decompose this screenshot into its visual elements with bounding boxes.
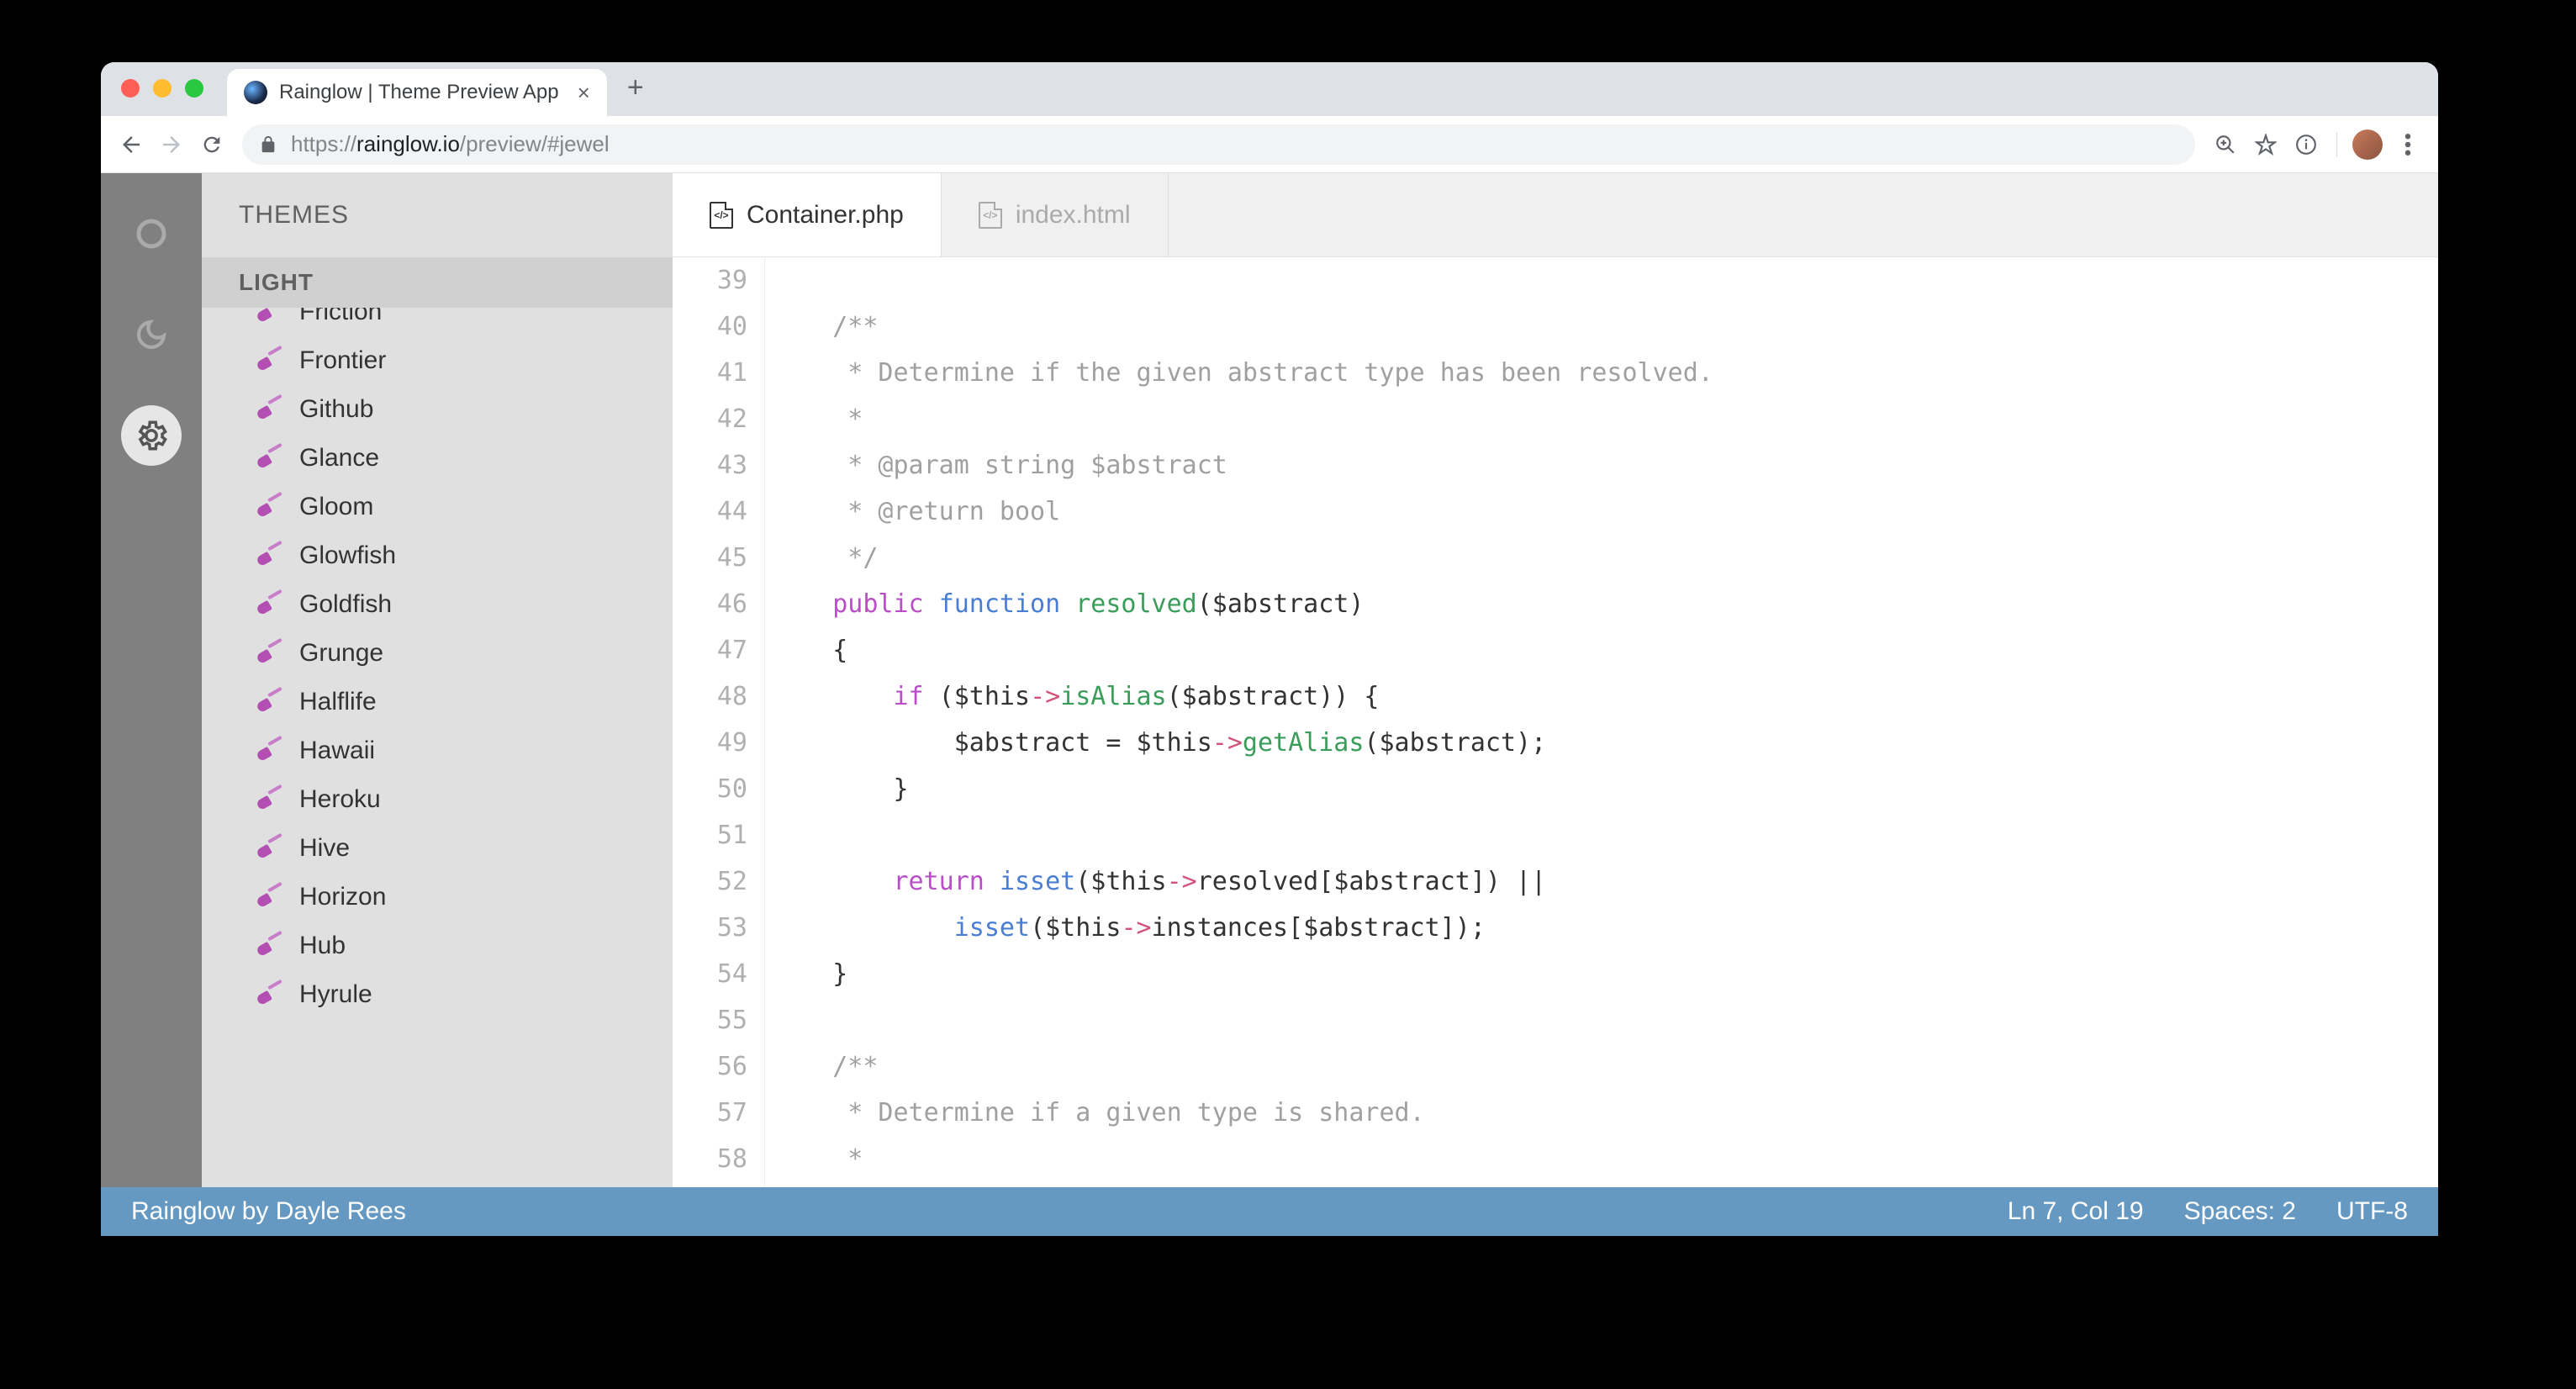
theme-item-hyrule[interactable]: Hyrule	[202, 970, 673, 1019]
info-icon[interactable]	[2289, 128, 2323, 161]
theme-label: Heroku	[299, 785, 381, 814]
editor: Container.php index.html 3940414243444546…	[673, 173, 2438, 1187]
favicon-icon	[244, 81, 267, 104]
status-position[interactable]: Ln 7, Col 19	[2008, 1197, 2144, 1226]
brush-icon	[256, 494, 282, 520]
bookmark-icon[interactable]	[2249, 128, 2283, 161]
theme-item-goldfish[interactable]: Goldfish	[202, 580, 673, 629]
theme-item-hawaii[interactable]: Hawaii	[202, 726, 673, 775]
theme-label: Friction	[299, 308, 382, 326]
tab-filename: index.html	[1016, 201, 1131, 230]
theme-label: Frontier	[299, 346, 386, 375]
browser-tab[interactable]: Rainglow | Theme Preview App ×	[227, 69, 607, 116]
theme-item-glance[interactable]: Glance	[202, 434, 673, 483]
lock-icon	[259, 134, 277, 156]
theme-item-horizon[interactable]: Horizon	[202, 873, 673, 922]
brush-icon	[256, 542, 282, 569]
theme-label: Hawaii	[299, 737, 375, 765]
theme-item-heroku[interactable]: Heroku	[202, 775, 673, 824]
url-text: https://rainglow.io/preview/#jewel	[291, 131, 610, 157]
brush-icon	[256, 445, 282, 472]
app-main: THEMES LIGHT Friction Frontier Github Glanc…	[101, 173, 2438, 1187]
brush-icon	[256, 591, 282, 618]
status-credit: Rainglow by Dayle Rees	[131, 1197, 2008, 1226]
settings-button[interactable]	[121, 405, 182, 466]
brush-icon	[256, 981, 282, 1008]
editor-tabs: Container.php index.html	[673, 173, 2438, 257]
code-view[interactable]: 3940414243444546474849505152535455565758…	[673, 257, 2438, 1187]
theme-item-glowfish[interactable]: Glowfish	[202, 531, 673, 580]
file-icon	[710, 202, 733, 229]
theme-label: Github	[299, 395, 373, 424]
address-bar: https://rainglow.io/preview/#jewel	[101, 116, 2438, 173]
url-input[interactable]: https://rainglow.io/preview/#jewel	[242, 124, 2195, 165]
theme-label: Glowfish	[299, 541, 396, 570]
theme-label: Grunge	[299, 639, 383, 668]
theme-item-github[interactable]: Github	[202, 385, 673, 434]
separator	[2336, 132, 2337, 157]
avatar-icon	[2352, 129, 2383, 160]
theme-label: Glance	[299, 444, 379, 473]
brush-icon	[256, 737, 282, 764]
sidebar-section-light[interactable]: LIGHT	[202, 257, 673, 308]
brush-icon	[256, 347, 282, 374]
sidebar-header: THEMES	[202, 173, 673, 257]
brush-icon	[256, 308, 282, 325]
reload-button[interactable]	[195, 128, 229, 161]
mode-rail	[101, 173, 202, 1187]
maximize-window-button[interactable]	[185, 79, 203, 98]
browser-window: Rainglow | Theme Preview App × + https:/…	[101, 62, 2438, 1236]
theme-label: Gloom	[299, 493, 373, 521]
theme-item-frontier[interactable]: Frontier	[202, 336, 673, 385]
close-window-button[interactable]	[121, 79, 140, 98]
theme-label: Goldfish	[299, 590, 392, 619]
theme-item-gloom[interactable]: Gloom	[202, 483, 673, 531]
editor-tab-container-php[interactable]: Container.php	[673, 173, 942, 256]
new-tab-button[interactable]: +	[627, 71, 644, 104]
profile-button[interactable]	[2351, 128, 2384, 161]
app-root: THEMES LIGHT Friction Frontier Github Glanc…	[101, 173, 2438, 1236]
theme-label: Hyrule	[299, 980, 372, 1009]
browser-titlebar: Rainglow | Theme Preview App × +	[101, 62, 2438, 116]
theme-label: Hive	[299, 834, 350, 863]
status-spaces[interactable]: Spaces: 2	[2184, 1197, 2296, 1226]
line-gutter: 3940414243444546474849505152535455565758	[673, 257, 765, 1187]
minimize-window-button[interactable]	[153, 79, 172, 98]
menu-button[interactable]	[2391, 128, 2425, 161]
light-mode-button[interactable]	[121, 203, 182, 264]
dark-mode-button[interactable]	[121, 304, 182, 365]
tab-title: Rainglow | Theme Preview App	[279, 81, 559, 104]
theme-item-halflife[interactable]: Halflife	[202, 678, 673, 726]
brush-icon	[256, 786, 282, 813]
file-icon	[979, 202, 1002, 229]
tab-filename: Container.php	[747, 201, 904, 230]
brush-icon	[256, 835, 282, 862]
window-controls	[121, 79, 203, 98]
close-tab-icon[interactable]: ×	[578, 80, 590, 106]
brush-icon	[256, 884, 282, 911]
back-button[interactable]	[114, 128, 148, 161]
theme-label: Halflife	[299, 688, 377, 716]
status-bar: Rainglow by Dayle Rees Ln 7, Col 19 Spac…	[101, 1187, 2438, 1236]
sidebar: THEMES LIGHT Friction Frontier Github Glanc…	[202, 173, 673, 1187]
code-source: /** * Determine if the given abstract ty…	[765, 257, 1713, 1187]
theme-label: Hub	[299, 932, 346, 960]
theme-item-hub[interactable]: Hub	[202, 922, 673, 970]
editor-tab-index-html[interactable]: index.html	[942, 173, 1169, 256]
status-encoding[interactable]: UTF-8	[2336, 1197, 2408, 1226]
theme-list: Friction Frontier Github Glance Gloom Glowfis…	[202, 308, 673, 1187]
brush-icon	[256, 689, 282, 716]
theme-item-hive[interactable]: Hive	[202, 824, 673, 873]
zoom-icon[interactable]	[2209, 128, 2242, 161]
forward-button[interactable]	[155, 128, 188, 161]
theme-item-friction[interactable]: Friction	[202, 308, 673, 336]
brush-icon	[256, 932, 282, 959]
theme-label: Horizon	[299, 883, 386, 911]
theme-item-grunge[interactable]: Grunge	[202, 629, 673, 678]
brush-icon	[256, 396, 282, 423]
brush-icon	[256, 640, 282, 667]
